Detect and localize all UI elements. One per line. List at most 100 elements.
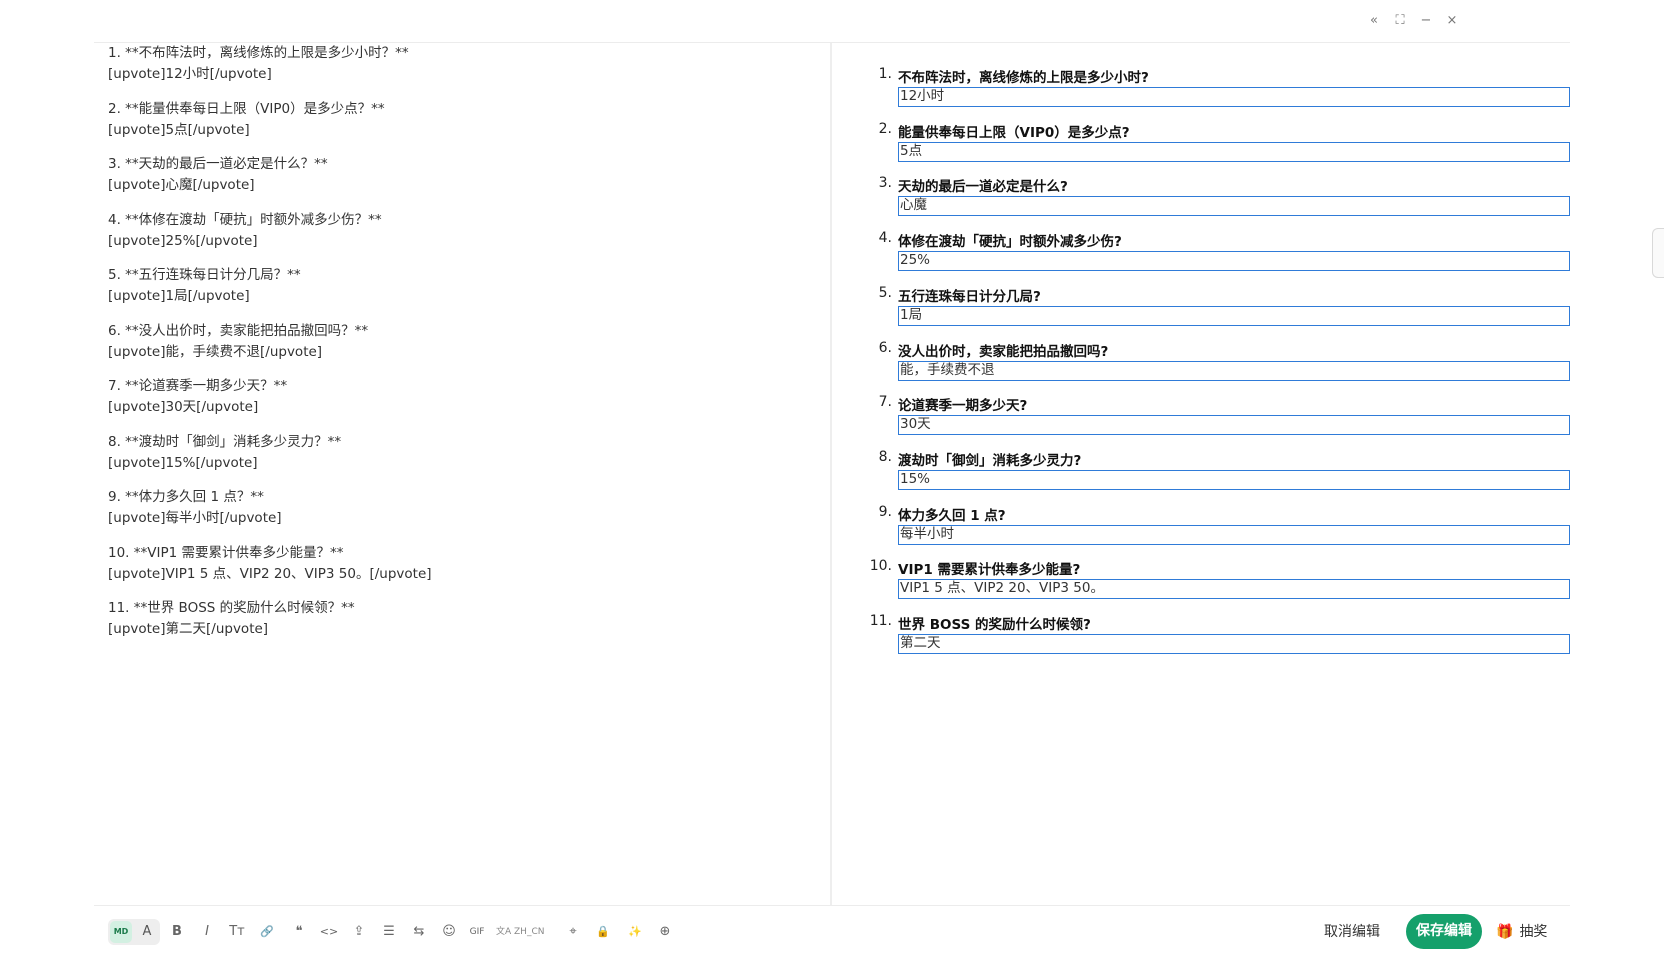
source-block[interactable]: 8. **渡劫时「御剑」消耗多少灵力？** [upvote]15%[/upvote… bbox=[108, 432, 341, 474]
question-title: 没人出价时，卖家能把拍品撤回吗? bbox=[898, 343, 1109, 360]
source-question-line: 5. **五行连珠每日计分几局？** bbox=[108, 267, 301, 283]
source-answer-line: [upvote]第二天[/upvote] bbox=[108, 621, 269, 637]
question-title: 世界 BOSS 的奖励什么时候领? bbox=[898, 617, 1091, 633]
answer-field[interactable]: 每半小时 bbox=[898, 524, 1570, 545]
question-number: 1. bbox=[878, 66, 892, 82]
editor-toolbar: MD A B I Tт 🔗 ❝ <> ⇪ ☰ ⇆ ☺ GIF 文A ZH_CN … bbox=[94, 905, 1570, 957]
link-icon[interactable]: 🔗 bbox=[256, 921, 278, 943]
gift-icon: 🎁 bbox=[1496, 924, 1514, 940]
pin-icon[interactable]: ⌖ bbox=[562, 921, 584, 943]
question-number: 7. bbox=[878, 394, 892, 411]
question-number: 4. bbox=[878, 230, 892, 247]
question-number: 8. bbox=[878, 448, 892, 465]
source-answer-line: [upvote]1局[/upvote] bbox=[108, 288, 250, 304]
magic-icon[interactable]: ✨ bbox=[624, 921, 646, 943]
source-question-line: 8. **渡劫时「御剑」消耗多少灵力？** bbox=[108, 433, 342, 450]
source-answer-line: [upvote]12小时[/upvote] bbox=[108, 66, 272, 82]
lottery-button[interactable]: 🎁 抽奖 bbox=[1496, 921, 1547, 941]
source-answer-line: [upvote]VIP1 5 点、VIP2 20、VIP3 50。[/upvot… bbox=[108, 565, 432, 582]
question-title: 论道赛季一期多少天? bbox=[898, 398, 1028, 415]
source-question-line: 1. **不布阵法时，离线修炼的上限是多少小时？** bbox=[108, 45, 409, 61]
source-block[interactable]: 3. **天劫的最后一道必定是什么？** [upvote]心魔[/upvote] bbox=[108, 154, 328, 196]
rendered-preview: 1. 不布阵法时，离线修炼的上限是多少小时? 12小时 2. 能量供奉每日上限（VIP0… bbox=[832, 43, 1570, 905]
question-title: 能量供奉每日上限（VIP0）是多少点? bbox=[898, 124, 1130, 141]
source-question-line: 9. **体力多久回 1 点？** bbox=[108, 489, 264, 505]
answer-field[interactable]: 25% bbox=[898, 251, 1570, 272]
source-question-line: 3. **天劫的最后一道必定是什么？** bbox=[108, 156, 328, 172]
source-block[interactable]: 2. **能量供奉每日上限（VIP0）是多少点？** [upvote]5点[/up… bbox=[108, 99, 385, 141]
fullscreen-icon[interactable]: ⛶ bbox=[1391, 12, 1409, 30]
source-question-line: 6. **没人出价时，卖家能把拍品撤回吗？** bbox=[108, 322, 369, 339]
language-select[interactable]: 文A ZH_CN bbox=[496, 921, 544, 943]
answer-field[interactable]: 能，手续费不退 bbox=[898, 360, 1570, 381]
code-icon[interactable]: <> bbox=[318, 921, 340, 943]
question-title: 体修在渡劫「硬抗」时额外减多少伤? bbox=[898, 234, 1122, 251]
editor-mode-toggle[interactable]: MD A bbox=[108, 919, 160, 945]
minimize-icon[interactable]: − bbox=[1417, 12, 1435, 30]
emoji-icon[interactable]: ☺ bbox=[438, 921, 460, 943]
question-title: 不布阵法时，离线修炼的上限是多少小时? bbox=[898, 70, 1149, 86]
source-answer-line: [upvote]30天[/upvote] bbox=[108, 399, 259, 415]
markdown-source-editor[interactable]: 1. **不布阵法时，离线修炼的上限是多少小时？** [upvote]12小时[/… bbox=[94, 43, 830, 905]
answer-field[interactable]: 15% bbox=[898, 469, 1570, 490]
source-block[interactable]: 4. **体修在渡劫「硬抗」时额外减多少伤？** [upvote]25%[/upv… bbox=[108, 210, 382, 252]
question-number: 2. bbox=[878, 120, 892, 137]
markdown-mode-icon[interactable]: MD bbox=[110, 921, 132, 943]
answer-field[interactable]: 第二天 bbox=[898, 634, 1570, 654]
lottery-label: 抽奖 bbox=[1519, 924, 1548, 940]
question-number: 5. bbox=[878, 284, 892, 301]
answer-field[interactable]: VIP1 5 点、VIP2 20、VIP3 50。 bbox=[898, 579, 1570, 600]
italic-icon[interactable]: I bbox=[196, 921, 218, 943]
question-number: 6. bbox=[878, 339, 892, 356]
question-number: 10. bbox=[869, 558, 892, 575]
source-answer-line: [upvote]能，手续费不退[/upvote] bbox=[108, 343, 323, 360]
question-title: 渡劫时「御剑」消耗多少灵力? bbox=[898, 452, 1082, 469]
heading-icon[interactable]: Tт bbox=[226, 921, 248, 943]
source-block[interactable]: 6. **没人出价时，卖家能把拍品撤回吗？** [upvote]能，手续费不退[/… bbox=[108, 321, 368, 363]
lock-icon[interactable]: 🔒 bbox=[592, 921, 614, 943]
source-question-line: 4. **体修在渡劫「硬抗」时额外减多少伤？** bbox=[108, 211, 382, 228]
question-number: 11. bbox=[869, 613, 892, 629]
editor-modal: « ⛶ − × 1. **不布阵法时，离线修炼的上限是多少小时？** [upvot… bbox=[94, 0, 1570, 956]
source-block[interactable]: 9. **体力多久回 1 点？** [upvote]每半小时[/upvote] bbox=[108, 487, 282, 529]
cancel-edit-button[interactable]: 取消编辑 bbox=[1324, 921, 1380, 941]
source-question-line: 10. **VIP1 需要累计供奉多少能量？** bbox=[108, 544, 344, 561]
source-block[interactable]: 7. **论道赛季一期多少天？** [upvote]30天[/upvote] bbox=[108, 376, 287, 418]
source-block[interactable]: 5. **五行连珠每日计分几局？** [upvote]1局[/upvote] bbox=[108, 265, 301, 307]
source-answer-line: [upvote]15%[/upvote] bbox=[108, 454, 258, 471]
answer-field[interactable]: 1局 bbox=[898, 305, 1570, 326]
bold-icon[interactable]: B bbox=[166, 921, 188, 943]
question-title: 体力多久回 1 点? bbox=[898, 507, 1006, 524]
question-number: 3. bbox=[878, 175, 892, 192]
collapse-icon[interactable]: « bbox=[1365, 12, 1383, 30]
answer-field[interactable]: 5点 bbox=[898, 141, 1570, 162]
save-edit-button[interactable]: 保存编辑 bbox=[1406, 914, 1482, 949]
gif-icon[interactable]: GIF bbox=[466, 921, 488, 943]
source-answer-line: [upvote]5点[/upvote] bbox=[108, 121, 250, 138]
source-question-line: 11. **世界 BOSS 的奖励什么时候领？** bbox=[108, 600, 355, 616]
close-icon[interactable]: × bbox=[1443, 12, 1461, 30]
source-block[interactable]: 11. **世界 BOSS 的奖励什么时候领？** [upvote]第二天[/up… bbox=[108, 598, 355, 640]
window-titlebar: « ⛶ − × bbox=[94, 0, 1570, 43]
source-question-line: 7. **论道赛季一期多少天？** bbox=[108, 378, 288, 394]
answer-field[interactable]: 心魔 bbox=[898, 196, 1570, 217]
question-title: VIP1 需要累计供奉多少能量? bbox=[898, 562, 1081, 579]
list-icon[interactable]: ☰ bbox=[378, 921, 400, 943]
source-answer-line: [upvote]每半小时[/upvote] bbox=[108, 510, 282, 526]
rich-text-mode-icon[interactable]: A bbox=[136, 921, 158, 943]
question-title: 天劫的最后一道必定是什么? bbox=[898, 179, 1068, 196]
source-question-line: 2. **能量供奉每日上限（VIP0）是多少点？** bbox=[108, 100, 385, 117]
answer-field[interactable]: 12小时 bbox=[898, 87, 1570, 107]
source-answer-line: [upvote]25%[/upvote] bbox=[108, 232, 258, 249]
source-block[interactable]: 10. **VIP1 需要累计供奉多少能量？** [upvote]VIP1 5 点… bbox=[108, 543, 432, 585]
side-drawer-handle[interactable] bbox=[1652, 228, 1664, 278]
question-title: 五行连珠每日计分几局? bbox=[898, 288, 1041, 305]
source-block[interactable]: 1. **不布阵法时，离线修炼的上限是多少小时？** [upvote]12小时[/… bbox=[108, 43, 409, 85]
swap-icon[interactable]: ⇆ bbox=[408, 921, 430, 943]
question-number: 9. bbox=[878, 503, 892, 520]
more-icon[interactable]: ⊕ bbox=[654, 921, 676, 943]
upload-icon[interactable]: ⇪ bbox=[348, 921, 370, 943]
answer-field[interactable]: 30天 bbox=[898, 415, 1570, 436]
source-answer-line: [upvote]心魔[/upvote] bbox=[108, 177, 255, 193]
quote-icon[interactable]: ❝ bbox=[288, 921, 310, 943]
